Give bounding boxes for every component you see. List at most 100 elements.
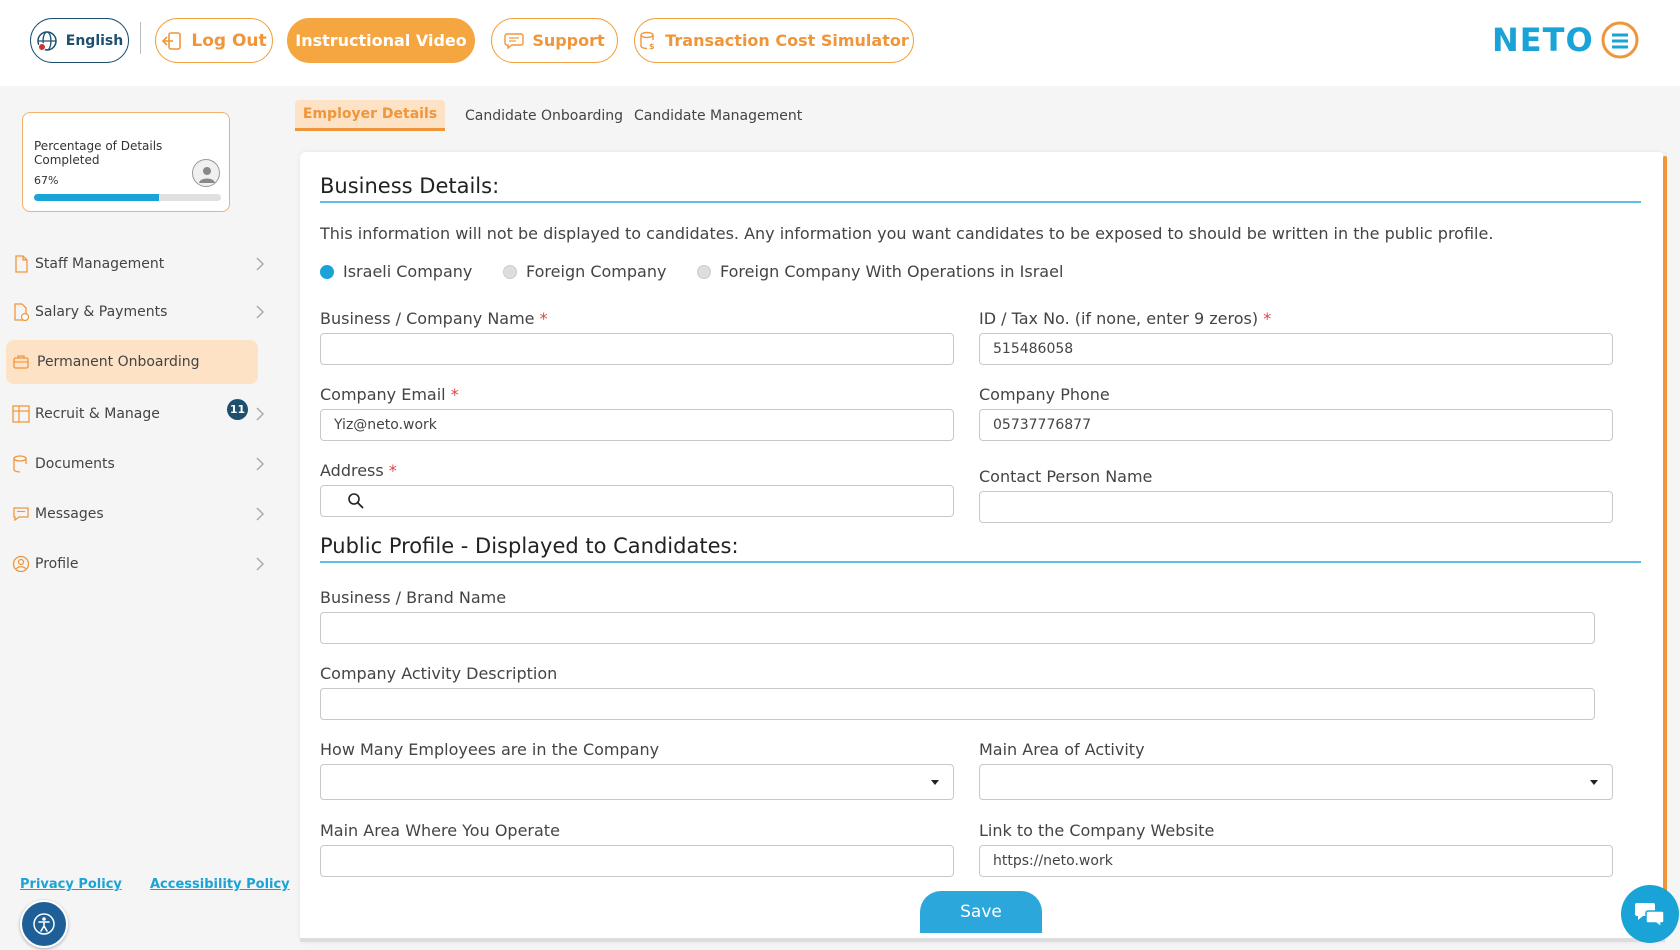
employees-count-select[interactable] xyxy=(320,764,954,800)
tax-id-input[interactable] xyxy=(979,333,1613,365)
language-label: English xyxy=(65,32,124,49)
neto-logo[interactable]: NETO xyxy=(1492,20,1640,60)
privacy-policy-link[interactable]: Privacy Policy xyxy=(20,877,122,892)
globe-icon xyxy=(36,30,58,52)
chevron-right-icon xyxy=(256,507,264,521)
contact-person-label: Contact Person Name xyxy=(979,467,1153,486)
company-phone-input[interactable] xyxy=(979,409,1613,441)
radio-foreign-company[interactable]: Foreign Company xyxy=(503,262,666,281)
coins-icon: $ xyxy=(639,31,657,51)
sidebar-item-staff-management[interactable]: Staff Management xyxy=(6,242,264,286)
tab-candidate-onboarding[interactable]: Candidate Onboarding xyxy=(465,100,623,131)
simulator-label: Transaction Cost Simulator xyxy=(665,31,909,50)
activity-description-label: Company Activity Description xyxy=(320,664,558,683)
progress-percent: 67% xyxy=(34,174,59,187)
company-email-input[interactable] xyxy=(320,409,954,441)
support-label: Support xyxy=(532,31,605,50)
section-divider xyxy=(320,561,1641,563)
contact-person-input[interactable] xyxy=(979,491,1613,523)
radio-foreign-company-israel-ops[interactable]: Foreign Company With Operations in Israe… xyxy=(697,262,1063,281)
business-details-title: Business Details: xyxy=(320,174,500,198)
video-label: Instructional Video xyxy=(295,31,467,50)
accessibility-policy-link[interactable]: Accessibility Policy xyxy=(150,877,290,892)
search-icon xyxy=(347,492,365,510)
sidebar-item-salary-payments[interactable]: Salary & Payments xyxy=(6,290,264,334)
address-label: Address * xyxy=(320,461,397,480)
header-divider xyxy=(140,22,141,54)
radio-israeli-company[interactable]: Israeli Company xyxy=(320,262,472,281)
stack-icon xyxy=(12,455,30,473)
support-button[interactable]: Support xyxy=(491,18,618,63)
user-circle-icon xyxy=(12,555,30,573)
horizontal-scrollbar[interactable] xyxy=(300,938,1665,942)
sidebar-item-label: Permanent Onboarding xyxy=(37,354,200,370)
chat-icon xyxy=(12,505,30,523)
brand-name-input[interactable] xyxy=(320,612,1595,644)
tax-id-label: ID / Tax No. (if none, enter 9 zeros) * xyxy=(979,309,1272,328)
company-name-input[interactable] xyxy=(320,333,954,365)
sidebar-item-label: Profile xyxy=(35,556,79,572)
tab-employer-details[interactable]: Employer Details xyxy=(295,100,445,131)
activity-description-input[interactable] xyxy=(320,688,1595,720)
public-profile-title: Public Profile - Displayed to Candidates… xyxy=(320,534,739,558)
sidebar-item-recruit-manage[interactable]: Recruit & Manage 11 xyxy=(6,392,264,436)
brand-name-label: Business / Brand Name xyxy=(320,588,507,607)
language-button[interactable]: English xyxy=(30,18,129,63)
sidebar-item-label: Documents xyxy=(35,456,115,472)
website-label: Link to the Company Website xyxy=(979,821,1215,840)
tab-candidate-management[interactable]: Candidate Management xyxy=(634,100,802,131)
transaction-simulator-button[interactable]: $ Transaction Cost Simulator xyxy=(634,18,914,63)
radio-label: Foreign Company With Operations in Israe… xyxy=(720,262,1064,281)
logout-icon xyxy=(161,30,183,52)
logout-button[interactable]: Log Out xyxy=(155,18,273,63)
chevron-right-icon xyxy=(256,257,264,271)
briefcase-icon xyxy=(12,353,30,371)
operate-area-label: Main Area Where You Operate xyxy=(320,821,560,840)
sidebar-item-label: Recruit & Manage xyxy=(35,406,160,422)
chevron-right-icon xyxy=(256,557,264,571)
progress-bar-fill xyxy=(34,194,160,201)
chat-bubbles-icon xyxy=(1634,900,1666,928)
radio-dot xyxy=(697,264,711,279)
sidebar-item-label: Salary & Payments xyxy=(35,304,168,320)
sidebar-item-label: Messages xyxy=(35,506,104,522)
avatar[interactable] xyxy=(192,159,220,187)
progress-bar xyxy=(34,194,221,201)
logo-mark-icon xyxy=(1600,20,1640,60)
radio-label: Israeli Company xyxy=(343,262,473,281)
sidebar-item-permanent-onboarding[interactable]: Permanent Onboarding xyxy=(6,340,258,384)
employees-count-label: How Many Employees are in the Company xyxy=(320,740,660,759)
save-button[interactable]: Save xyxy=(920,891,1042,933)
sidebar-item-label: Staff Management xyxy=(35,256,165,272)
file-coin-icon xyxy=(12,303,30,321)
logout-label: Log Out xyxy=(191,30,267,51)
accessibility-icon xyxy=(32,912,56,936)
file-icon xyxy=(12,255,30,273)
radio-dot xyxy=(503,264,517,279)
business-info-text: This information will not be displayed t… xyxy=(320,224,1494,243)
accessibility-button[interactable] xyxy=(20,900,68,948)
company-name-label: Business / Company Name * xyxy=(320,309,548,328)
chevron-right-icon xyxy=(256,457,264,471)
top-header: English Log Out Instructional Video Supp… xyxy=(0,0,1680,86)
caret-down-icon xyxy=(931,780,939,785)
chat-widget-button[interactable] xyxy=(1621,885,1679,943)
caret-down-icon xyxy=(1590,780,1598,785)
chevron-right-icon xyxy=(256,305,264,319)
website-input[interactable] xyxy=(979,845,1613,877)
radio-label: Foreign Company xyxy=(526,262,667,281)
sidebar-item-messages[interactable]: Messages xyxy=(6,492,264,536)
chevron-right-icon xyxy=(256,407,264,421)
progress-card: Percentage of Details Completed 67% xyxy=(22,112,230,212)
operate-area-input[interactable] xyxy=(320,845,954,877)
vertical-scrollbar-thumb[interactable] xyxy=(1663,156,1667,926)
address-input[interactable] xyxy=(320,485,954,517)
notification-badge: 11 xyxy=(227,399,248,420)
main-area-activity-select[interactable] xyxy=(979,764,1613,800)
company-email-label: Company Email * xyxy=(320,385,459,404)
svg-text:$: $ xyxy=(649,42,655,51)
chat-bubble-icon xyxy=(504,32,525,50)
sidebar-item-documents[interactable]: Documents xyxy=(6,442,264,486)
instructional-video-button[interactable]: Instructional Video xyxy=(287,18,475,63)
sidebar-item-profile[interactable]: Profile xyxy=(6,542,264,586)
